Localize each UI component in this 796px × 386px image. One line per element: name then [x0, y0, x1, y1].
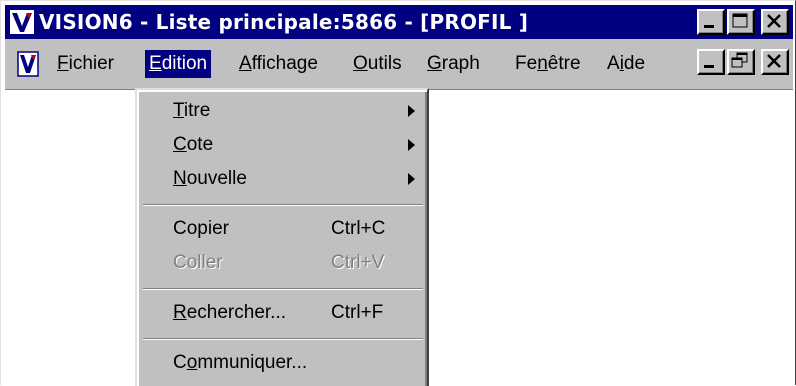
menu-bar: Fichier Edition Affichage Outils Graph F…	[5, 39, 793, 90]
menu-item-copier-label: Copier	[173, 218, 229, 239]
vision6-logo-icon	[8, 8, 36, 36]
minimize-icon	[704, 25, 714, 28]
menu-graph[interactable]: Graph	[423, 50, 484, 78]
application-window: VISION6 - Liste principale:5866 - [PROFI…	[0, 0, 796, 386]
child-close-button[interactable]	[761, 49, 789, 75]
restore-icon	[731, 52, 748, 68]
menu-graph-label: raph	[441, 53, 480, 74]
menu-item-nouvelle[interactable]: Nouvelle	[143, 164, 423, 194]
menu-outils-label: utils	[367, 53, 402, 74]
menu-fichier[interactable]: Fichier	[53, 50, 118, 78]
menu-item-cote[interactable]: Cote	[143, 130, 423, 160]
menu-fichier-label: ichier	[68, 53, 115, 74]
submenu-arrow-icon	[408, 105, 415, 117]
edition-dropdown-menu: Titre Cote Nouvelle Copier Ctrl+C Coller…	[135, 88, 429, 386]
menu-fichier-access-key: F	[57, 53, 69, 74]
menu-outils[interactable]: Outils	[349, 50, 406, 78]
menu-item-rechercher[interactable]: Rechercher... Ctrl+F	[143, 298, 423, 328]
menu-item-titre[interactable]: Titre	[143, 96, 423, 126]
document-system-menu-icon[interactable]	[15, 51, 41, 77]
menu-separator	[143, 204, 423, 206]
menu-graph-access-key: G	[427, 53, 442, 74]
menu-outils-access-key: O	[353, 53, 368, 74]
window-minimize-button[interactable]	[697, 9, 725, 35]
menu-item-communiquer-label: Communiquer...	[173, 352, 308, 373]
menu-item-communiquer[interactable]: Communiquer...	[143, 348, 423, 378]
menu-affichage-label: ffichage	[251, 53, 318, 74]
menu-item-coller-shortcut: Ctrl+V	[331, 252, 385, 273]
menu-aide[interactable]: Aide	[603, 50, 649, 78]
close-icon	[767, 14, 781, 28]
menu-aide-label: Aide	[607, 53, 646, 74]
menu-item-nouvelle-label: Nouvelle	[173, 168, 247, 189]
menu-item-rechercher-label: Rechercher...	[173, 302, 287, 323]
submenu-arrow-icon	[408, 139, 415, 151]
title-bar[interactable]: VISION6 - Liste principale:5866 - [PROFI…	[5, 5, 793, 39]
menu-item-copier-shortcut: Ctrl+C	[331, 218, 386, 239]
menu-affichage-access-key: A	[239, 53, 252, 74]
child-minimize-button[interactable]	[697, 49, 725, 75]
menu-affichage[interactable]: Affichage	[235, 50, 322, 78]
close-icon	[767, 54, 781, 68]
menu-item-rechercher-shortcut: Ctrl+F	[331, 302, 384, 323]
window-close-button[interactable]	[761, 9, 789, 35]
menu-item-coller: Coller Ctrl+V	[143, 248, 423, 278]
menu-item-copier[interactable]: Copier Ctrl+C	[143, 214, 423, 244]
menu-edition-access-key: E	[149, 53, 162, 74]
menu-separator	[143, 288, 423, 290]
maximize-icon	[732, 13, 748, 28]
menu-fenetre[interactable]: Fenêtre	[511, 50, 585, 78]
window-title: VISION6 - Liste principale:5866 - [PROFI…	[39, 10, 529, 34]
menu-item-coller-label: Coller	[173, 252, 223, 273]
menu-separator	[143, 338, 423, 340]
submenu-arrow-icon	[408, 173, 415, 185]
menu-fenetre-label: Fenêtre	[515, 53, 581, 74]
menu-edition-label: dition	[161, 53, 208, 74]
menu-item-cote-label: Cote	[173, 134, 214, 155]
child-restore-button[interactable]	[727, 49, 755, 75]
window-maximize-button[interactable]	[727, 9, 755, 35]
menu-edition[interactable]: Edition	[145, 50, 212, 78]
minimize-icon	[704, 65, 714, 68]
menu-item-titre-label: Titre	[173, 100, 211, 121]
